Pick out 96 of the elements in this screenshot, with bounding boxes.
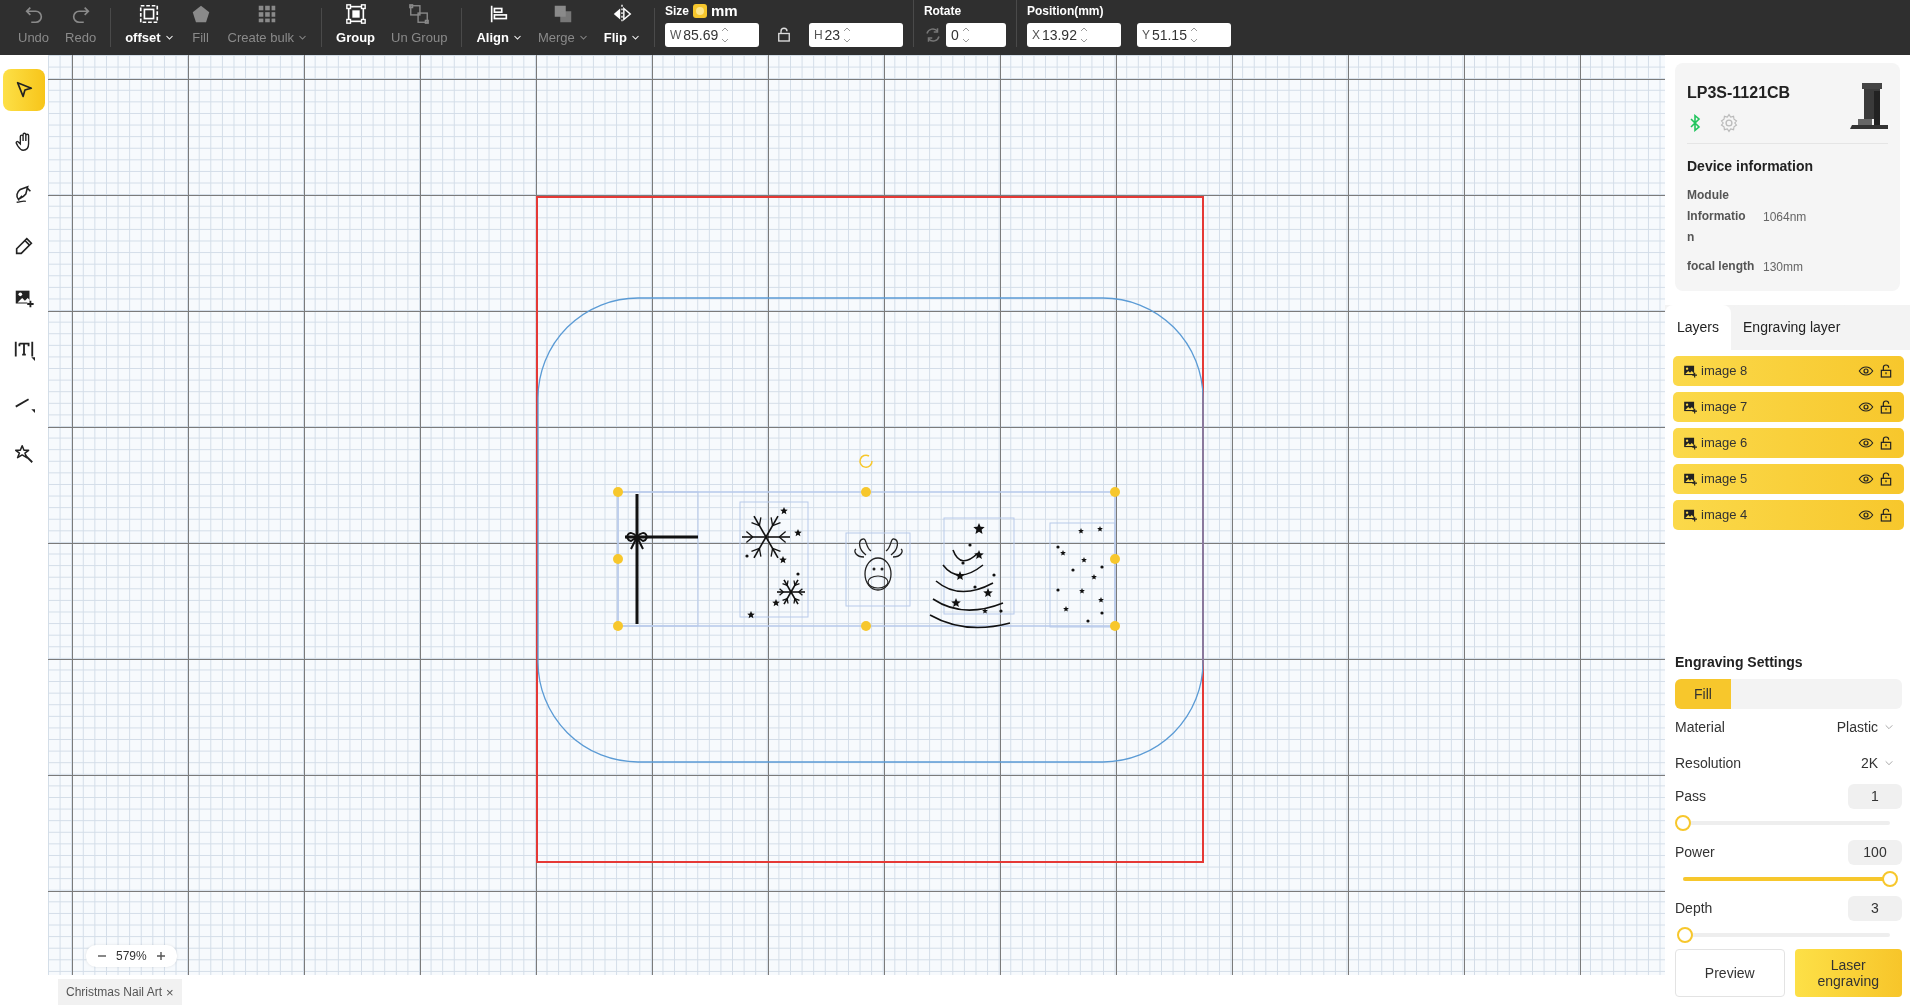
info-label: Module Informatio n bbox=[1687, 187, 1747, 246]
setting-label: Resolution bbox=[1675, 753, 1742, 773]
field-value: 51.15 bbox=[1151, 25, 1187, 45]
layer-item[interactable]: image 6 bbox=[1673, 428, 1904, 458]
field-value: 13.92 bbox=[1041, 25, 1077, 45]
eye-icon[interactable] bbox=[1858, 435, 1874, 451]
layer-item[interactable]: image 5 bbox=[1673, 464, 1904, 494]
unit-checkbox[interactable] bbox=[692, 4, 707, 18]
unlock-icon[interactable] bbox=[1878, 471, 1894, 487]
eye-icon[interactable] bbox=[1858, 507, 1874, 523]
resize-handle[interactable] bbox=[613, 487, 623, 497]
laser-engraver-icon bbox=[1848, 81, 1888, 131]
select-dropdown[interactable]: Plastic bbox=[1836, 716, 1902, 738]
text-tool-icon bbox=[13, 339, 35, 361]
image-icon bbox=[1683, 436, 1697, 450]
number-field[interactable]: 3 bbox=[1848, 895, 1902, 921]
field-prefix: H bbox=[813, 27, 823, 44]
toolbar-button[interactable]: offset bbox=[117, 3, 182, 47]
image-icon bbox=[1683, 364, 1697, 378]
mode-tab[interactable]: Fill bbox=[1675, 679, 1731, 709]
magic-star-icon bbox=[13, 443, 35, 465]
pencil-icon bbox=[13, 235, 35, 257]
resize-handle[interactable] bbox=[861, 487, 871, 497]
layer-name: image 4 bbox=[1701, 506, 1748, 525]
resize-handle[interactable] bbox=[1110, 487, 1120, 497]
caret-icon bbox=[1884, 758, 1894, 768]
layer-item[interactable]: image 4 bbox=[1673, 500, 1904, 530]
setting-label: Depth bbox=[1675, 898, 1713, 918]
image-icon bbox=[1683, 472, 1697, 486]
image-icon bbox=[1683, 508, 1697, 522]
setting-label: Material bbox=[1675, 717, 1725, 737]
layer-name: image 5 bbox=[1701, 470, 1748, 489]
resize-handle[interactable] bbox=[613, 621, 623, 631]
device-name: LP3S-1121CB bbox=[1687, 83, 1791, 103]
field-prefix: Y bbox=[1141, 27, 1150, 44]
field-value: 0 bbox=[950, 25, 959, 45]
unlock-icon[interactable] bbox=[1878, 507, 1894, 523]
layer-item[interactable]: image 8 bbox=[1673, 356, 1904, 386]
unit-label: mm bbox=[710, 4, 738, 18]
number-field[interactable]: X 13.92 bbox=[1026, 23, 1121, 47]
unlock-icon[interactable] bbox=[1878, 435, 1894, 451]
plus-icon bbox=[154, 950, 167, 962]
unlock-icon[interactable] bbox=[1878, 399, 1894, 415]
size-label: Size bbox=[664, 4, 689, 18]
rotate-label: Rotate bbox=[923, 4, 962, 18]
zoom-level: 579% bbox=[116, 948, 147, 965]
number-field[interactable]: H 23 bbox=[808, 23, 903, 47]
unlock-icon[interactable] bbox=[1878, 363, 1894, 379]
caret-icon bbox=[1884, 722, 1894, 732]
resize-handle[interactable] bbox=[1110, 554, 1120, 564]
image-icon bbox=[1683, 400, 1697, 414]
layer-item[interactable]: image 7 bbox=[1673, 392, 1904, 422]
eye-icon[interactable] bbox=[1858, 399, 1874, 415]
eye-icon[interactable] bbox=[1858, 363, 1874, 379]
info-value: 130mm bbox=[1763, 258, 1803, 276]
position-label: Position(mm) bbox=[1026, 4, 1104, 18]
section-title: Device information bbox=[1687, 143, 1888, 177]
layer-name: image 6 bbox=[1701, 434, 1748, 453]
document-tab[interactable]: Christmas Nail Art × bbox=[58, 979, 182, 1005]
field-prefix: W bbox=[669, 27, 682, 44]
number-field[interactable]: Y51.15 bbox=[1136, 23, 1231, 47]
dashed-square-icon bbox=[138, 3, 161, 25]
setting-label: Power bbox=[1675, 842, 1715, 862]
select-dropdown[interactable]: 2K bbox=[1860, 752, 1902, 774]
info-label: focal length bbox=[1687, 258, 1755, 275]
number-field[interactable]: 0 bbox=[945, 23, 1006, 47]
document-title: Christmas Nail Art bbox=[66, 984, 163, 1001]
field-value: 23 bbox=[824, 25, 841, 45]
info-value: 1064nm bbox=[1763, 208, 1807, 226]
resize-handle[interactable] bbox=[613, 554, 623, 564]
field-prefix: X bbox=[1031, 27, 1040, 44]
toolbar-button[interactable]: Flip bbox=[595, 3, 648, 47]
laser-engraving-button[interactable]: Laser engraving bbox=[1794, 949, 1902, 997]
panel-tab[interactable]: Layers bbox=[1665, 305, 1732, 350]
number-field[interactable]: 1 bbox=[1848, 783, 1902, 809]
toolbar-button[interactable]: Align bbox=[468, 3, 530, 47]
number-field[interactable]: 100 bbox=[1848, 839, 1902, 865]
section-title: Engraving Settings bbox=[1675, 653, 1804, 672]
number-field[interactable]: W 85.69 bbox=[664, 23, 759, 47]
close-button[interactable]: × bbox=[166, 985, 174, 999]
reindeer-pattern-drawing[interactable] bbox=[1056, 526, 1104, 623]
layer-name: image 8 bbox=[1701, 362, 1748, 381]
layer-name: image 7 bbox=[1701, 398, 1748, 417]
christmas-tree-drawing[interactable] bbox=[929, 523, 1011, 629]
group-icon bbox=[344, 3, 367, 25]
rotate-handle[interactable] bbox=[859, 454, 873, 468]
ungroup-icon bbox=[408, 3, 431, 25]
reindeer-drawing[interactable] bbox=[854, 538, 903, 591]
resize-handle[interactable] bbox=[861, 621, 871, 631]
setting-label: Pass bbox=[1675, 786, 1707, 806]
eye-icon[interactable] bbox=[1858, 471, 1874, 487]
tool-button[interactable] bbox=[3, 69, 45, 111]
field-value: 85.69 bbox=[683, 25, 719, 45]
resize-handle[interactable] bbox=[1110, 621, 1120, 631]
toolbar-button[interactable]: Group bbox=[328, 3, 384, 47]
preview-button[interactable]: Preview bbox=[1675, 949, 1785, 997]
